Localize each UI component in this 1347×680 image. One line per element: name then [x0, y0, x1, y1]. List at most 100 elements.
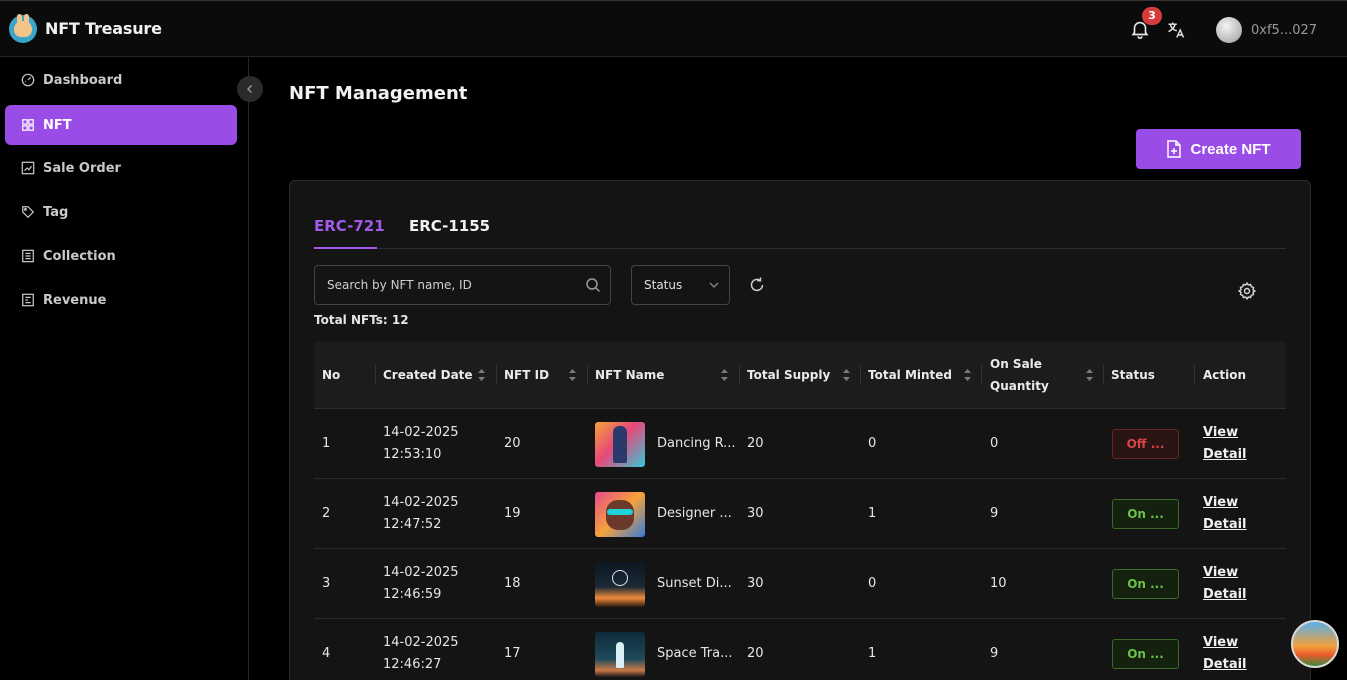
row-total-minted: 1	[868, 506, 877, 521]
sort-icon[interactable]	[477, 367, 486, 383]
row-total-supply: 30	[747, 506, 764, 521]
app-name[interactable]: NFT Treasure	[45, 19, 162, 38]
nft-thumbnail[interactable]	[595, 561, 645, 607]
notification-badge: 3	[1142, 7, 1162, 25]
chart-icon	[21, 161, 35, 175]
sidebar-item-label: Collection	[43, 248, 116, 264]
col-no: No	[322, 368, 341, 382]
gear-icon[interactable]	[1237, 281, 1257, 301]
collapse-sidebar-button[interactable]	[237, 76, 263, 102]
row-time: 12:46:59	[383, 587, 442, 602]
table-row[interactable]: 2 14-02-2025 12:47:52 19 Designer ... 30…	[314, 479, 1286, 549]
logo-icon[interactable]	[9, 14, 37, 43]
total-nfts-label: Total NFTs:	[314, 313, 388, 327]
status-select-value: Status	[644, 278, 683, 292]
view-detail-link[interactable]: View Detail	[1203, 562, 1286, 606]
sort-icon[interactable]	[963, 367, 972, 383]
col-action: Action	[1203, 368, 1247, 382]
create-nft-label: Create NFT	[1190, 140, 1271, 158]
col-nft-id[interactable]: NFT ID	[504, 341, 549, 409]
status-badge[interactable]: Off ...	[1112, 429, 1179, 459]
row-time: 12:47:52	[383, 517, 442, 532]
nft-thumbnail[interactable]	[595, 631, 645, 677]
row-total-minted: 1	[868, 646, 877, 661]
chevron-left-icon	[247, 85, 252, 93]
col-total-supply[interactable]: Total Supply	[747, 341, 830, 409]
sort-icon[interactable]	[842, 367, 851, 383]
row-total-supply: 20	[747, 436, 764, 451]
search-icon	[586, 278, 601, 293]
table-row[interactable]: 1 14-02-2025 12:53:10 20 Dancing R... 20…	[314, 409, 1286, 479]
row-total-supply: 30	[747, 576, 764, 591]
table-header: No Created Date NFT ID NFT Name Total Su…	[314, 341, 1286, 409]
page-title: NFT Management	[289, 83, 468, 104]
row-nft-name: Sunset Di...	[657, 576, 732, 591]
view-detail-link[interactable]: View Detail	[1203, 632, 1286, 676]
status-select[interactable]: Status	[631, 265, 730, 305]
nft-table-card: ERC-721 ERC-1155 Search by NFT name, ID …	[289, 180, 1311, 680]
row-nft-name: Dancing R...	[657, 436, 736, 451]
sidebar-item-tag[interactable]: Tag	[5, 192, 237, 232]
row-no: 1	[322, 436, 331, 451]
grid-icon	[22, 119, 34, 131]
search-placeholder: Search by NFT name, ID	[327, 278, 472, 292]
tab-erc-1155[interactable]: ERC-1155	[409, 217, 490, 235]
col-on-sale-quantity[interactable]: On Sale Quantity	[990, 341, 1080, 409]
row-total-minted: 0	[868, 436, 877, 451]
sort-icon[interactable]	[568, 367, 577, 383]
row-on-sale: 0	[990, 436, 999, 451]
row-nft-id: 20	[504, 436, 521, 451]
sidebar-item-collection[interactable]: Collection	[5, 236, 237, 276]
col-created-date[interactable]: Created Date	[383, 341, 473, 409]
row-nft-id: 19	[504, 506, 521, 521]
tab-erc-721[interactable]: ERC-721	[314, 217, 385, 235]
sidebar-item-label: Revenue	[43, 292, 107, 308]
sidebar-item-dashboard[interactable]: Dashboard	[5, 60, 237, 100]
status-badge[interactable]: On ...	[1112, 499, 1179, 529]
sort-icon[interactable]	[1085, 367, 1094, 383]
row-on-sale: 9	[990, 506, 999, 521]
status-badge[interactable]: On ...	[1112, 569, 1179, 599]
table-row[interactable]: 3 14-02-2025 12:46:59 18 Sunset Di... 30…	[314, 549, 1286, 619]
sidebar-item-label: Sale Order	[43, 160, 121, 176]
sidebar-item-nft[interactable]: NFT	[5, 105, 237, 145]
row-time: 12:53:10	[383, 447, 442, 462]
row-time: 12:46:27	[383, 657, 442, 672]
sidebar: Dashboard NFT Sale Order Tag Collection …	[0, 57, 249, 680]
create-nft-button[interactable]: Create NFT	[1136, 129, 1301, 169]
sort-icon[interactable]	[720, 367, 729, 383]
search-input[interactable]: Search by NFT name, ID	[314, 265, 611, 305]
total-nfts-value: 12	[391, 313, 409, 327]
nft-thumbnail[interactable]	[595, 421, 645, 467]
nft-thumbnail[interactable]	[595, 491, 645, 537]
sidebar-item-label: NFT	[43, 117, 72, 133]
top-header: NFT Treasure 3 0xf5...027	[0, 0, 1347, 57]
floating-assistant-button[interactable]	[1291, 620, 1339, 668]
sidebar-item-revenue[interactable]: Revenue	[5, 280, 237, 320]
dashboard-icon	[21, 73, 35, 87]
tabs: ERC-721 ERC-1155	[314, 209, 1286, 249]
row-no: 3	[322, 576, 331, 591]
translate-icon[interactable]	[1166, 20, 1186, 40]
row-date: 14-02-2025	[383, 495, 459, 510]
sidebar-item-sale-order[interactable]: Sale Order	[5, 148, 237, 188]
row-on-sale: 9	[990, 646, 999, 661]
row-date: 14-02-2025	[383, 425, 459, 440]
col-total-minted[interactable]: Total Minted	[868, 341, 952, 409]
chevron-down-icon	[709, 282, 719, 288]
row-total-minted: 0	[868, 576, 877, 591]
tag-icon	[22, 206, 35, 219]
view-detail-link[interactable]: View Detail	[1203, 422, 1286, 466]
col-nft-name[interactable]: NFT Name	[595, 341, 664, 409]
wallet-address[interactable]: 0xf5...027	[1251, 23, 1317, 38]
refresh-icon[interactable]	[748, 276, 766, 294]
table-row[interactable]: 4 14-02-2025 12:46:27 17 Space Tra... 20…	[314, 619, 1286, 680]
view-detail-link[interactable]: View Detail	[1203, 492, 1286, 536]
row-nft-id: 17	[504, 646, 521, 661]
list-icon	[22, 249, 34, 263]
row-on-sale: 10	[990, 576, 1007, 591]
status-badge[interactable]: On ...	[1112, 639, 1179, 669]
row-total-supply: 20	[747, 646, 764, 661]
row-date: 14-02-2025	[383, 635, 459, 650]
avatar[interactable]	[1216, 17, 1242, 43]
